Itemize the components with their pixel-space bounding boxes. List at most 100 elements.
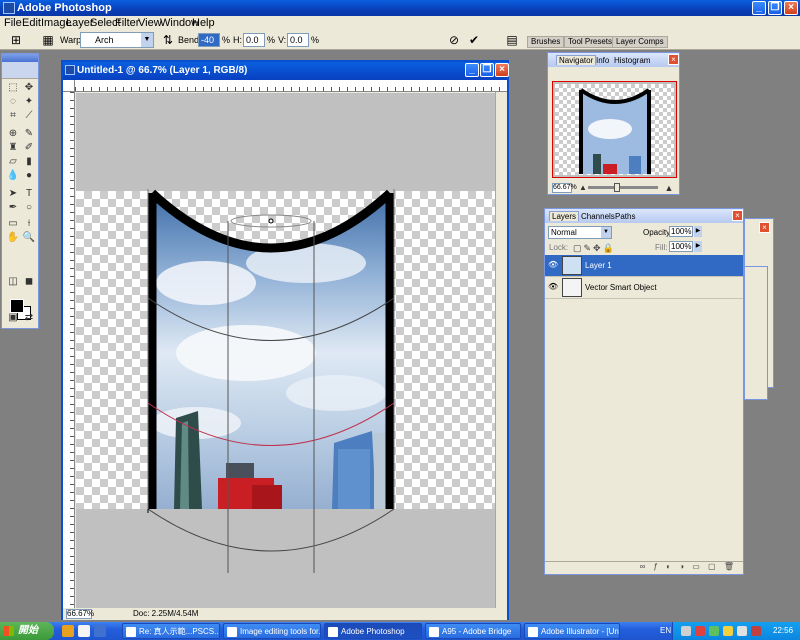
zoom-slider-knob[interactable] [613, 183, 620, 192]
quicklaunch-ie-icon[interactable] [94, 625, 106, 637]
doc-close-button[interactable]: × [495, 63, 509, 77]
fill-arrow-icon[interactable]: ▶ [694, 241, 702, 252]
path-selection-icon[interactable]: ➤ [6, 188, 20, 200]
quicklaunch-firefox-icon[interactable] [62, 625, 74, 637]
doc-restore-button[interactable]: ❐ [480, 63, 494, 77]
zoom-in-icon[interactable]: ▲ [662, 182, 676, 194]
tab-navigator[interactable]: Navigator [556, 55, 597, 65]
screen-mode-icon[interactable]: ▣ [6, 312, 20, 324]
move-tool-icon[interactable]: ✥ [22, 82, 36, 94]
commit-transform-icon[interactable]: ✔ [466, 32, 482, 48]
warp-orientation-icon[interactable]: ⇅ [160, 32, 176, 48]
layers-footer-icons[interactable]: ∞ ƒ ◐ ◑ ▭ ▢ 🗑 [545, 561, 743, 574]
menu-file[interactable]: File [4, 17, 22, 29]
ruler-origin[interactable] [63, 80, 75, 92]
notes-tool-icon[interactable]: ▭ [6, 218, 20, 230]
navigator-preview[interactable] [552, 81, 677, 178]
tool-palette-header[interactable] [2, 54, 38, 62]
bend-input[interactable]: -40 [198, 33, 220, 47]
navigator-zoom-slider[interactable] [588, 183, 658, 192]
adobe-feather-icon[interactable] [2, 62, 38, 79]
tab-layer-comps[interactable]: Layer Comps [612, 36, 668, 48]
magic-wand-icon[interactable]: ✦ [22, 96, 36, 108]
language-indicator[interactable]: EN [660, 626, 671, 635]
blend-mode-dropdown[interactable]: Normal ▼ [548, 226, 612, 239]
zoom-tool-icon[interactable]: 🔍 [22, 232, 36, 244]
vertical-scrollbar[interactable] [495, 92, 507, 608]
standard-mode-icon[interactable]: ◼ [22, 276, 36, 288]
tab-paths[interactable]: Paths [613, 212, 637, 221]
jump-to-imageready-icon[interactable]: ⇄ [22, 312, 36, 324]
slice-tool-icon[interactable]: ⟋ [22, 110, 36, 122]
clone-stamp-icon[interactable]: ♜ [6, 142, 20, 154]
close-button[interactable]: × [784, 1, 798, 15]
blur-tool-icon[interactable]: 💧 [6, 170, 20, 182]
restore-button[interactable]: ❐ [768, 1, 782, 15]
visibility-eye-icon[interactable]: 👁 [548, 282, 558, 292]
menu-filter[interactable]: Filter [115, 17, 139, 29]
taskbar-button-browser[interactable]: Image editing tools for... [223, 623, 321, 639]
taskbar-button-illustrator[interactable]: Adobe Illustrator - [Un... [524, 623, 620, 639]
vertical-distort-input[interactable]: 0.0 [287, 33, 309, 47]
pen-tool-icon[interactable]: ✒ [6, 202, 20, 214]
warp-grid-icon[interactable]: ▦ [40, 32, 56, 48]
warped-image[interactable] [76, 93, 497, 608]
hand-tool-icon[interactable]: ✋ [6, 232, 20, 244]
quick-mask-icon[interactable]: ◫ [6, 276, 20, 288]
layer-row[interactable]: 👁 Layer 1 [545, 255, 743, 277]
brush-tool-icon[interactable]: ✎ [22, 128, 36, 140]
horizontal-ruler[interactable] [75, 80, 507, 92]
lock-icons[interactable]: ▢✎✥🔒 [573, 243, 616, 254]
opacity-input[interactable]: 100% [669, 226, 693, 237]
menu-view[interactable]: View [138, 17, 162, 29]
tab-tool-presets[interactable]: Tool Presets [564, 36, 617, 48]
opacity-arrow-icon[interactable]: ▶ [694, 226, 702, 237]
tray-help-icon[interactable] [681, 626, 691, 636]
zoom-level-field[interactable]: 66.67% [66, 609, 94, 619]
navigator-zoom-field[interactable]: 66.67% [552, 183, 577, 193]
app-titlebar[interactable]: Adobe Photoshop _ ❐ × [0, 0, 800, 16]
tray-adobe-icon[interactable] [751, 626, 761, 636]
gradient-tool-icon[interactable]: ▮ [22, 156, 36, 168]
tray-app-icon[interactable] [723, 626, 733, 636]
transform-tool-icon[interactable]: ⊞ [8, 32, 24, 48]
navigator-close-icon[interactable]: × [668, 54, 679, 65]
hidden-panel-close-icon[interactable]: × [759, 222, 770, 233]
warp-style-dropdown[interactable]: Arch ▼ [80, 32, 154, 48]
lasso-tool-icon[interactable]: ◌ [6, 96, 20, 108]
healing-brush-icon[interactable]: ⊕ [6, 128, 20, 140]
tab-layers[interactable]: Layers [549, 211, 580, 221]
doc-minimize-button[interactable]: _ [465, 63, 479, 77]
document-size-info[interactable]: Doc: 2.25M/4.54M [133, 609, 198, 618]
tray-volume-icon[interactable] [737, 626, 747, 636]
layer-row[interactable]: 👁 Vector Smart Object [545, 277, 743, 299]
start-button[interactable]: 開始 [0, 622, 54, 640]
type-tool-icon[interactable]: T [22, 188, 36, 200]
document-titlebar[interactable]: Untitled-1 @ 66.7% (Layer 1, RGB/8) [63, 62, 507, 80]
crop-tool-icon[interactable]: ⌗ [6, 110, 20, 122]
hidden-panel-2[interactable] [744, 266, 768, 400]
menu-edit[interactable]: Edit [22, 17, 41, 29]
marquee-tool-icon[interactable]: ⬚ [6, 82, 20, 94]
menu-help[interactable]: Help [192, 17, 215, 29]
tab-channels[interactable]: Channels [579, 212, 617, 221]
visibility-eye-icon[interactable]: 👁 [548, 260, 558, 270]
dodge-tool-icon[interactable]: ● [22, 170, 36, 182]
horizontal-distort-input[interactable]: 0.0 [243, 33, 265, 47]
layers-close-icon[interactable]: × [732, 210, 743, 221]
eyedropper-icon[interactable]: ⟊ [22, 218, 36, 230]
vertical-ruler[interactable] [63, 92, 75, 608]
taskbar-button-photoshop[interactable]: Adobe Photoshop [324, 623, 422, 639]
canvas[interactable] [76, 93, 497, 608]
palette-well-icon[interactable]: ▤ [504, 32, 520, 48]
tab-brushes[interactable]: Brushes [527, 36, 565, 48]
taskbar-button-email[interactable]: Re: 真人示範...PSCS... [122, 623, 220, 639]
tab-histogram[interactable]: Histogram [612, 56, 652, 65]
eraser-tool-icon[interactable]: ▱ [6, 156, 20, 168]
minimize-button[interactable]: _ [752, 1, 766, 15]
tray-network-icon[interactable] [709, 626, 719, 636]
tab-info[interactable]: Info [594, 56, 611, 65]
fill-input[interactable]: 100% [669, 241, 693, 252]
taskbar-button-bridge[interactable]: A95 - Adobe Bridge [425, 623, 521, 639]
shape-tool-icon[interactable]: ○ [22, 202, 36, 214]
